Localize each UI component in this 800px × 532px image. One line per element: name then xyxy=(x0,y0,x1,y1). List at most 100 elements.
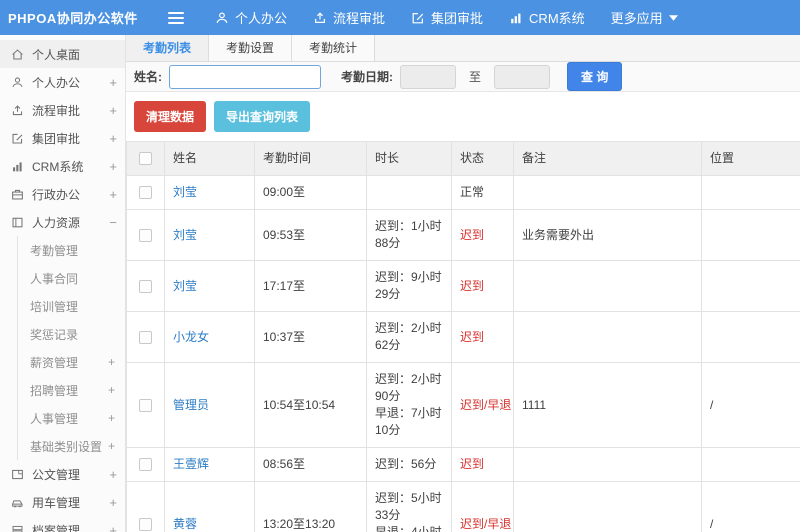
topnav-item-crm[interactable]: CRM系统 xyxy=(496,0,598,35)
sidebar-item-label: CRM系统 xyxy=(32,159,84,174)
employee-name-link[interactable]: 刘莹 xyxy=(173,228,197,242)
clean-data-button[interactable]: 清理数据 xyxy=(134,101,207,132)
briefcase-icon xyxy=(11,187,25,201)
row-checkbox[interactable] xyxy=(139,228,152,242)
flow-icon xyxy=(11,103,25,117)
status-cell: 迟到/早退 xyxy=(451,481,514,532)
sidebar-item-label: 行政办公 xyxy=(32,187,81,202)
table-header-row: 姓名 考勤时间 时长 状态 备注 位置 xyxy=(126,141,800,176)
date-from-input[interactable] xyxy=(400,64,456,89)
expand-plus-icon[interactable]: + xyxy=(109,523,117,532)
attendance-time-cell: 09:00至 xyxy=(254,175,367,210)
employee-name-cell: 黄蓉 xyxy=(164,481,255,532)
employee-name-link[interactable]: 黄蓉 xyxy=(173,517,197,531)
expand-plus-icon[interactable]: + xyxy=(109,495,117,510)
sidebar-item-base-category-settings[interactable]: 基础类别设置 + xyxy=(18,432,125,460)
table-body: 刘莹 09:00至 正常 刘莹 09:53至 迟到：1小时88分 迟到 业务需要外出 刘莹 17:… xyxy=(126,175,800,532)
column-header: 位置 xyxy=(701,141,800,176)
date-to-input[interactable] xyxy=(494,64,551,89)
row-checkbox[interactable] xyxy=(139,330,152,344)
select-all-cell xyxy=(126,141,165,176)
duration-cell: 迟到：5小时33分早退：4小时67分 xyxy=(366,481,452,532)
search-button[interactable]: 查 询 xyxy=(567,62,623,91)
sidebar-item-salary-mgmt[interactable]: 薪资管理 + xyxy=(18,348,125,376)
employee-name-cell: 刘莹 xyxy=(164,175,255,210)
sidebar-item-label: 奖惩记录 xyxy=(30,327,79,342)
expand-plus-icon[interactable]: + xyxy=(109,159,117,174)
note-cell xyxy=(513,311,702,363)
status-cell: 迟到 xyxy=(451,209,514,261)
table-row: 刘莹 17:17至 迟到：9小时29分 迟到 xyxy=(126,260,800,312)
status-cell: 正常 xyxy=(451,175,514,210)
row-checkbox[interactable] xyxy=(139,398,152,412)
sidebar: 个人桌面 个人办公 + 流程审批 + 集团审批 + CRM系统 + 行政办公 + 人力资源 − 考勤管理人… xyxy=(0,35,126,532)
expand-plus-icon[interactable]: + xyxy=(109,131,117,146)
expand-plus-icon[interactable]: + xyxy=(108,439,115,453)
sidebar-item-label: 培训管理 xyxy=(30,299,79,314)
attendance-time-cell: 09:53至 xyxy=(254,209,367,261)
attendance-table: 姓名 考勤时间 时长 状态 备注 位置 刘莹 09:00至 正常 刘莹 09:53至 迟到：1小时8… xyxy=(126,141,800,532)
sidebar-item-vehicle-mgmt[interactable]: 用车管理 + xyxy=(0,488,125,516)
home-icon xyxy=(11,47,25,61)
expand-plus-icon[interactable]: + xyxy=(108,383,115,397)
table-row: 刘莹 09:00至 正常 xyxy=(126,175,800,210)
expand-plus-icon[interactable]: + xyxy=(109,75,117,90)
expand-plus-icon[interactable]: + xyxy=(109,467,117,482)
topnav-item-workflow-approval[interactable]: 流程审批 xyxy=(300,0,398,35)
sidebar-item-group-approval[interactable]: 集团审批 + xyxy=(0,124,125,152)
sidebar-item-desktop[interactable]: 个人桌面 xyxy=(0,40,125,68)
expand-plus-icon[interactable]: + xyxy=(109,187,117,202)
sidebar-item-training-mgmt[interactable]: 培训管理 xyxy=(18,292,125,320)
expand-plus-icon[interactable]: + xyxy=(108,411,115,425)
location-cell xyxy=(701,447,800,482)
expand-plus-icon[interactable]: + xyxy=(109,103,117,118)
sidebar-item-attendance-mgmt[interactable]: 考勤管理 xyxy=(18,236,125,264)
attendance-time-cell: 13:20至13:20 xyxy=(254,481,367,532)
sidebar-item-recruit-mgmt[interactable]: 招聘管理 + xyxy=(18,376,125,404)
collapse-minus-icon[interactable]: − xyxy=(109,215,117,230)
sidebar-item-label: 集团审批 xyxy=(32,131,81,146)
sidebar-item-document-mgmt[interactable]: 公文管理 + xyxy=(0,460,125,488)
user-icon xyxy=(11,75,25,89)
sidebar-item-archive-mgmt[interactable]: 档案管理 + xyxy=(0,516,125,532)
note-cell: 业务需要外出 xyxy=(513,209,702,261)
topnav-item-more-apps[interactable]: 更多应用 xyxy=(598,0,691,35)
chart-icon xyxy=(509,11,523,25)
sidebar-item-crm[interactable]: CRM系统 + xyxy=(0,152,125,180)
tab-attendance-stats[interactable]: 考勤统计 xyxy=(292,35,376,61)
note-cell: 1111 xyxy=(513,362,702,448)
topnav-item-personal-office[interactable]: 个人办公 xyxy=(202,0,300,35)
location-cell xyxy=(701,209,800,261)
sidebar-item-personnel-mgmt[interactable]: 人事管理 + xyxy=(18,404,125,432)
select-all-checkbox[interactable] xyxy=(139,152,152,166)
tab-attendance-list[interactable]: 考勤列表 xyxy=(126,35,210,61)
sidebar-item-admin-office[interactable]: 行政办公 + xyxy=(0,180,125,208)
sidebar-item-workflow-approval[interactable]: 流程审批 + xyxy=(0,96,125,124)
sidebar-item-hr[interactable]: 人力资源 − xyxy=(0,208,125,236)
location-cell xyxy=(701,175,800,210)
employee-name-link[interactable]: 小龙女 xyxy=(173,330,209,344)
export-list-button[interactable]: 导出查询列表 xyxy=(214,101,311,132)
table-row: 王壹辉 08:56至 迟到：56分 迟到 xyxy=(126,447,800,482)
topnav-item-group-approval[interactable]: 集团审批 xyxy=(398,0,496,35)
employee-name-link[interactable]: 管理员 xyxy=(173,398,209,412)
tab-attendance-settings[interactable]: 考勤设置 xyxy=(209,35,293,61)
hr-icon xyxy=(11,215,25,229)
employee-name-link[interactable]: 刘莹 xyxy=(173,279,197,293)
name-input[interactable] xyxy=(169,64,321,89)
row-checkbox[interactable] xyxy=(139,186,152,200)
employee-name-link[interactable]: 王壹辉 xyxy=(173,457,209,471)
employee-name-link[interactable]: 刘莹 xyxy=(173,185,197,199)
expand-plus-icon[interactable]: + xyxy=(108,355,115,369)
employee-name-cell: 刘莹 xyxy=(164,260,255,312)
menu-icon[interactable] xyxy=(168,11,184,24)
row-checkbox[interactable] xyxy=(139,458,152,472)
row-checkbox[interactable] xyxy=(139,279,152,293)
main-content: 考勤列表 考勤设置 考勤统计 姓名: 考勤日期: 至 查 询 清理数据 导出查询… xyxy=(126,35,800,532)
column-header: 备注 xyxy=(513,141,702,176)
sidebar-item-reward-records[interactable]: 奖惩记录 xyxy=(18,320,125,348)
sidebar-item-hr-contract[interactable]: 人事合同 xyxy=(18,264,125,292)
row-checkbox[interactable] xyxy=(139,517,152,531)
table-row: 管理员 10:54至10:54 迟到：2小时90分 早退：7小时10分 迟到/早退 111… xyxy=(126,362,800,448)
sidebar-item-personal-office[interactable]: 个人办公 + xyxy=(0,68,125,96)
